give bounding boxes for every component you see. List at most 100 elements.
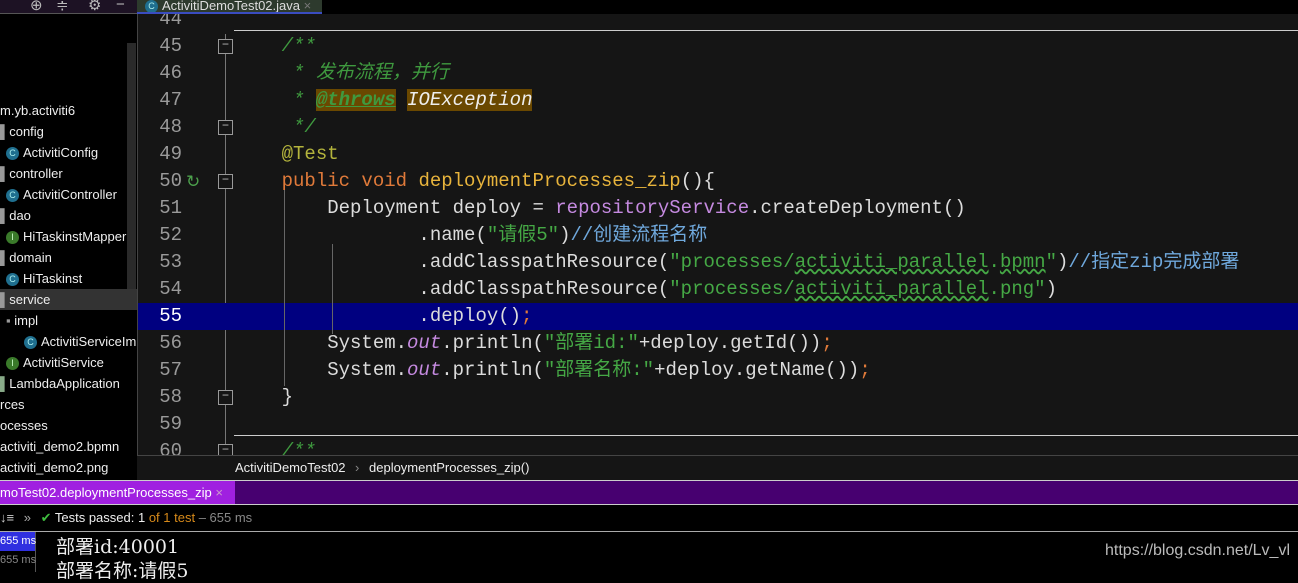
fold-icon[interactable]: −: [218, 120, 233, 135]
line-number: 50: [159, 170, 182, 192]
code-line[interactable]: 56 System.out.println("部署id:"+deploy.get…: [138, 330, 1298, 357]
code-token: //创建流程名称: [570, 224, 708, 246]
code-text: .addClasspathResource("processes/activit…: [236, 276, 1057, 303]
code-line[interactable]: 48 − */: [138, 114, 1298, 141]
code-token: ;: [521, 305, 533, 327]
tree-item[interactable]: rces: [0, 394, 25, 415]
code-text: */: [236, 114, 316, 141]
tree-item[interactable]: C HiTaskinst: [0, 268, 82, 289]
code-line[interactable]: 53 .addClasspathResource("processes/acti…: [138, 249, 1298, 276]
code-line[interactable]: 45 − /**: [138, 33, 1298, 60]
code-line[interactable]: 57 System.out.println("部署名称:"+deploy.get…: [138, 357, 1298, 384]
gear-icon[interactable]: ⚙: [88, 0, 101, 14]
close-icon[interactable]: ×: [304, 0, 312, 12]
code-token: ): [1045, 278, 1057, 300]
line-number: 52: [159, 224, 182, 246]
tree-item-label: HiTaskinst: [23, 271, 83, 286]
tree-item[interactable]: I HiTaskinstMapper: [0, 226, 126, 247]
code-line[interactable]: 50 ↻ − public void deploymentProcesses_zip…: [138, 168, 1298, 195]
line-number: 53: [159, 251, 182, 273]
tree-item[interactable]: ▌config: [0, 121, 44, 142]
tree-item[interactable]: C ActivitiController: [0, 184, 117, 205]
target-icon[interactable]: ⊕: [30, 0, 43, 14]
tool-window-toolbar: ⊕ ≑ ⚙ −: [0, 0, 137, 14]
tree-item[interactable]: ▪ impl: [0, 310, 38, 331]
code-token: "部署id:": [543, 332, 639, 354]
collapse-icon[interactable]: ≑: [56, 0, 69, 14]
indent-guide: [332, 244, 333, 334]
tree-item-label: rces: [0, 397, 25, 412]
tree-item[interactable]: I ActivitiService: [0, 352, 104, 373]
code-line[interactable]: 49 @Test: [138, 141, 1298, 168]
close-icon[interactable]: ×: [215, 485, 223, 500]
expand-icon[interactable]: »: [24, 510, 31, 525]
code-line[interactable]: 60 − /**: [138, 438, 1298, 455]
code-token: System.: [236, 332, 408, 354]
tree-item[interactable]: m.yb.activiti6: [0, 100, 75, 121]
run-tab[interactable]: moTest02.deploymentProcesses_zip ×: [0, 481, 235, 504]
editor-tab-bar: C ActivitiDemoTest02.java ×: [137, 0, 1298, 14]
editor-tab[interactable]: C ActivitiDemoTest02.java ×: [137, 0, 322, 14]
minimize-icon[interactable]: −: [116, 0, 125, 13]
code-text: System.out.println("部署名称:"+deploy.getNam…: [236, 357, 871, 384]
sort-icon[interactable]: ↓≡: [0, 510, 14, 525]
tree-item[interactable]: ocesses: [0, 415, 48, 436]
code-token: .println(: [441, 332, 544, 354]
folder-icon: ▌: [0, 124, 10, 139]
test-time-item[interactable]: 655 ms: [0, 551, 36, 570]
line-number: 46: [159, 62, 182, 84]
code-token: deploymentProcesses_zip: [418, 170, 681, 192]
tree-item[interactable]: C ActivitiConfig: [0, 142, 98, 163]
code-line[interactable]: 54 .addClasspathResource("processes/acti…: [138, 276, 1298, 303]
folder-icon: ▌: [0, 208, 10, 223]
code-token: /**: [236, 35, 316, 57]
code-line[interactable]: 51 Deployment deploy = repositoryService…: [138, 195, 1298, 222]
code-token: .png": [988, 278, 1046, 300]
folder-icon: ▌: [0, 292, 10, 307]
code-line[interactable]: 52 .name("请假5")//创建流程名称: [138, 222, 1298, 249]
console-line: 部署id:40001: [56, 536, 180, 558]
code-line[interactable]: 59: [138, 411, 1298, 438]
tree-item[interactable]: ▌LambdaApplication: [0, 373, 120, 394]
run-tab-label: moTest02.deploymentProcesses_zip: [0, 485, 212, 500]
code-text: * @throws IOException: [236, 87, 533, 114]
tree-item-label: activiti_demo2.bpmn: [0, 439, 120, 454]
fold-icon[interactable]: −: [218, 390, 233, 405]
fold-icon[interactable]: −: [218, 174, 233, 189]
run-test-icon[interactable]: ↻: [186, 170, 200, 197]
indent-guide: [284, 190, 285, 386]
scrollbar[interactable]: [127, 43, 136, 293]
line-number: 58: [159, 386, 182, 408]
test-time-item[interactable]: 655 ms: [0, 532, 36, 551]
code-token: @throws: [315, 89, 396, 111]
fold-icon[interactable]: −: [218, 444, 233, 455]
code-token: /**: [236, 440, 316, 455]
tree-item[interactable]: C ActivitiServiceImpl: [0, 331, 137, 352]
code-token: .createDeployment(): [749, 197, 966, 219]
tree-item[interactable]: ▌domain: [0, 247, 52, 268]
breadcrumb-class[interactable]: ActivitiDemoTest02: [235, 456, 346, 480]
code-editor[interactable]: 44 45− /** 46 * 发布流程，并行 47 * @throws IOExce…: [137, 14, 1298, 455]
code-line[interactable]: 55 .deploy();: [138, 303, 1298, 330]
breadcrumb-separator: ›: [355, 460, 360, 475]
tree-item[interactable]: ▌dao: [0, 205, 31, 226]
code-token: IOException: [407, 89, 533, 111]
fold-icon[interactable]: −: [218, 39, 233, 54]
console-output[interactable]: 655 ms 655 ms 部署id:40001 部署名称:请假5 https:…: [0, 532, 1298, 582]
tree-item[interactable]: activiti_demo2.png: [0, 457, 108, 478]
tree-item[interactable]: ▌service: [0, 289, 137, 310]
test-duration: – 655 ms: [195, 510, 253, 525]
tree-item[interactable]: activiti_demo2.bpmn: [0, 436, 119, 457]
breadcrumb-method[interactable]: deploymentProcesses_zip(): [369, 456, 529, 480]
tree-item[interactable]: ▌controller: [0, 163, 63, 184]
code-token: "processes/: [669, 251, 795, 273]
tree-item-label: ActivitiServiceImpl: [41, 334, 137, 349]
code-line[interactable]: 58 − }: [138, 384, 1298, 411]
interface-icon: I: [6, 357, 19, 371]
code-line[interactable]: 47 * @throws IOException: [138, 87, 1298, 114]
editor-tab-label: ActivitiDemoTest02.java: [162, 0, 300, 13]
code-token: activiti_parallel: [794, 251, 989, 273]
code-line[interactable]: 46 * 发布流程，并行: [138, 60, 1298, 87]
code-line[interactable]: 44: [138, 14, 1298, 33]
